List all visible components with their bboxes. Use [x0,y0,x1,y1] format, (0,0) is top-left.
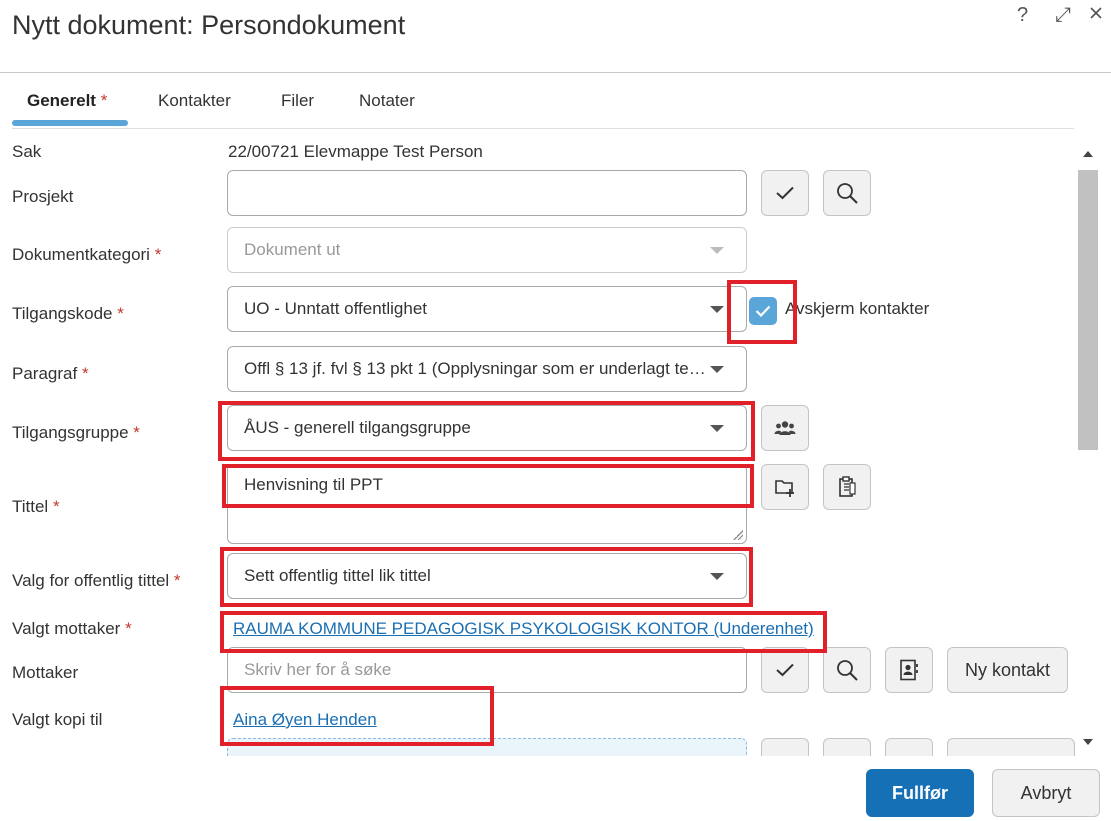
kopi-confirm-button[interactable] [761,738,809,756]
valgt-mottaker-label: Valgt mottaker * [12,619,132,638]
chevron-down-icon [710,247,724,254]
header-divider [0,72,1111,73]
tilgangsgruppe-label: Tilgangsgruppe * [12,423,140,442]
check-icon [776,186,794,200]
check-icon [776,663,794,677]
kopi-new-contact-button[interactable] [947,738,1075,756]
tittel-template-button[interactable] [761,464,809,510]
sak-label: Sak [12,142,42,161]
scrollbar-thumb[interactable] [1078,170,1098,450]
form-area: Sak 22/00721 Elevmappe Test Person Prosj… [0,130,1076,756]
active-tab-indicator [12,120,128,126]
tab-kontakter[interactable]: Kontakter [158,91,231,111]
valgt-kopi-link[interactable]: Aina Øyen Henden [233,710,377,730]
tittel-value: Henvisning til PPT [244,475,383,494]
scroll-down-icon[interactable] [1083,739,1093,745]
kopi-addressbook-button[interactable] [885,738,933,756]
chevron-down-icon [710,366,724,373]
dokumentkategori-select: Dokument ut [227,227,747,273]
search-icon [837,183,858,204]
maximize-icon[interactable]: ⤢ [1055,4,1071,27]
offentlig-tittel-label: Valg for offentlig tittel * [12,571,181,590]
offentlig-tittel-value: Sett offentlig tittel lik tittel [244,566,431,585]
mottaker-confirm-button[interactable] [761,647,809,693]
tilgangskode-label: Tilgangskode * [12,304,124,323]
tittel-textarea[interactable]: Henvisning til PPT [227,464,747,544]
kopi-search-button[interactable] [823,738,871,756]
mottaker-placeholder: Skriv her for å søke [244,660,392,679]
paragraf-select[interactable]: Offl § 13 jf. fvl § 13 pkt 1 (Opplysning… [227,346,747,392]
required-mark: * [100,91,108,110]
group-icon [774,421,796,435]
prosjekt-search-button[interactable] [823,170,871,216]
mottaker-search-input[interactable]: Skriv her for å søke [227,647,747,693]
tilgangsgruppe-value: ÅUS - generell tilgangsgruppe [244,418,471,437]
offentlig-tittel-select[interactable]: Sett offentlig tittel lik tittel [227,553,747,599]
tilgangskode-select[interactable]: UO - Unntatt offentlighet [227,286,747,332]
scroll-up-icon[interactable] [1083,151,1093,157]
chevron-down-icon [710,425,724,432]
tilgangskode-value: UO - Unntatt offentlighet [244,299,428,318]
finish-button[interactable]: Fullfør [866,769,974,817]
valgt-kopi-label: Valgt kopi til [12,710,103,729]
paragraf-value: Offl § 13 jf. fvl § 13 pkt 1 (Opplysning… [244,359,706,378]
mottaker-label: Mottaker [12,663,79,682]
valgt-mottaker-link[interactable]: RAUMA KOMMUNE PEDAGOGISK PSYKOLOGISK KON… [233,619,814,639]
kopi-search-input[interactable] [227,738,747,756]
tittel-label: Tittel * [12,497,60,516]
search-icon [837,660,858,681]
tabs-divider [12,128,1074,129]
chevron-down-icon [710,306,724,313]
prosjekt-input[interactable] [227,170,747,216]
dokumentkategori-value: Dokument ut [244,240,341,259]
prosjekt-confirm-button[interactable] [761,170,809,216]
tilgangsgruppe-members-button[interactable] [761,405,809,451]
folder-add-icon [775,480,794,497]
prosjekt-label: Prosjekt [12,187,74,206]
clipboard-icon [839,476,856,497]
cancel-button[interactable]: Avbryt [992,769,1100,817]
checkmark-icon [755,305,771,317]
mottaker-search-button[interactable] [823,647,871,693]
dokumentkategori-label: Dokumentkategori * [12,245,162,264]
mottaker-addressbook-button[interactable] [885,647,933,693]
tab-notater[interactable]: Notater [359,91,415,111]
sak-value: 22/00721 Elevmappe Test Person [228,142,483,161]
chevron-down-icon [710,573,724,580]
resize-grip-icon[interactable] [733,530,743,540]
new-contact-button[interactable]: Ny kontakt [947,647,1069,693]
paragraf-label: Paragraf * [12,364,89,383]
tittel-clipboard-button[interactable] [823,464,871,510]
tab-label: Generelt [27,91,96,110]
tilgangsgruppe-select[interactable]: ÅUS - generell tilgangsgruppe [227,405,747,451]
close-icon[interactable] [1088,4,1104,27]
contact-card-icon [900,659,918,681]
avskjerm-label: Avskjerm kontakter [785,299,930,318]
tab-generelt[interactable]: Generelt * [27,91,107,111]
avskjerm-checkbox[interactable] [749,297,777,325]
help-icon[interactable]: ? [1017,4,1028,27]
tab-filer[interactable]: Filer [281,91,314,111]
dialog-title: Nytt dokument: Persondokument [12,10,406,40]
